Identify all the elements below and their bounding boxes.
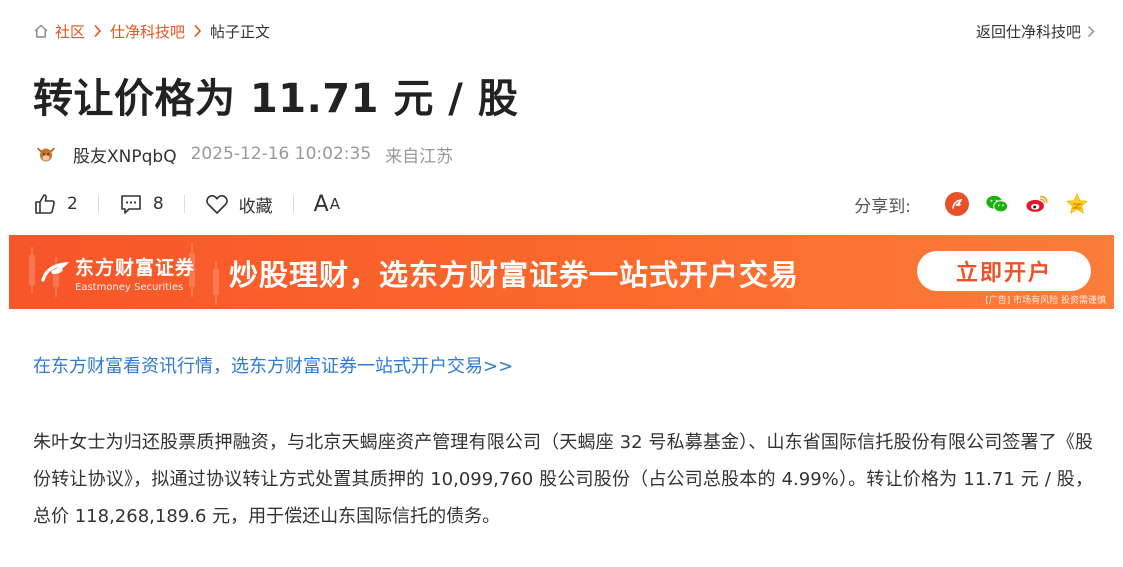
wechat-icon[interactable] [985,192,1009,216]
author-name[interactable]: 股友XNPqbQ [73,142,177,167]
chevron-right-icon [194,24,202,38]
thumbs-up-icon [35,194,55,214]
breadcrumb-current: 帖子正文 [210,22,271,41]
chevron-right-icon [94,24,102,38]
back-to-forum-link[interactable]: 返回仕净科技吧 [976,20,1095,42]
font-size-large: A [313,191,330,217]
divider [97,195,99,213]
share-label: 分享到: [854,196,911,217]
breadcrumb-community[interactable]: 社区 [55,21,85,42]
comment-icon [121,195,141,214]
favorite-button[interactable]: 收藏 [205,192,273,217]
qzone-icon[interactable] [1065,192,1089,216]
open-account-button[interactable]: 立即开户 [917,251,1091,291]
avatar[interactable] [33,141,59,167]
ad-disclaimer: [广告] 市场有风险 投资需谨慎 [985,296,1106,306]
divider [183,195,185,213]
logo-cn: 东方财富证券 [75,257,196,279]
post-location: 来自江苏 [385,146,454,167]
comment-count: 8 [152,194,164,214]
like-button[interactable]: 2 [33,192,78,216]
chevron-right-icon [1088,25,1095,37]
home-icon[interactable] [33,23,49,39]
guba-share-icon[interactable] [945,192,969,216]
font-size-toggle[interactable]: AA [314,192,341,217]
ad-banner[interactable]: 东方财富证券 Eastmoney Securities 炒股理财，选东方财富证券… [9,235,1114,309]
banner-slogan: 炒股理财，选东方财富证券一站式开户交易 [229,258,800,292]
eastmoney-logo: 东方财富证券 Eastmoney Securities [39,253,195,293]
promo-link[interactable]: 在东方财富看资讯行情，选东方财富证券一站式开户交易>> [33,352,513,378]
breadcrumb-forum[interactable]: 仕净科技吧 [110,21,185,42]
like-count: 2 [67,194,78,214]
breadcrumb: 社区 仕净科技吧 帖子正文 [33,20,270,42]
eastmoney-logo-icon [41,261,69,282]
bull-avatar-icon [37,147,55,162]
action-bar: 2 8 收藏 AA [33,188,341,220]
favorite-label: 收藏 [238,196,273,217]
logo-en: Eastmoney Securities [75,282,184,293]
post-content: 朱叶女士为归还股票质押融资，与北京天蝎座资产管理有限公司（天蝎座 32 号私募基… [33,432,1093,527]
share-bar: 分享到: [854,188,1089,220]
post-page: 社区 仕净科技吧 帖子正文 返回仕净科技吧 转让价格为 11.71 元 / 股 … [0,0,1123,567]
divider [292,195,294,213]
comment-button[interactable]: 8 [119,192,164,216]
post-meta: 股友XNPqbQ 2025-12-16 10:02:35 来自江苏 [33,140,453,168]
post-title: 转让价格为 11.71 元 / 股 [33,76,519,122]
post-time: 2025-12-16 10:02:35 [190,144,372,164]
heart-icon [205,194,228,214]
weibo-icon[interactable] [1025,192,1049,216]
font-size-small: A [329,195,341,213]
back-label[interactable]: 返回仕净科技吧 [976,21,1081,42]
